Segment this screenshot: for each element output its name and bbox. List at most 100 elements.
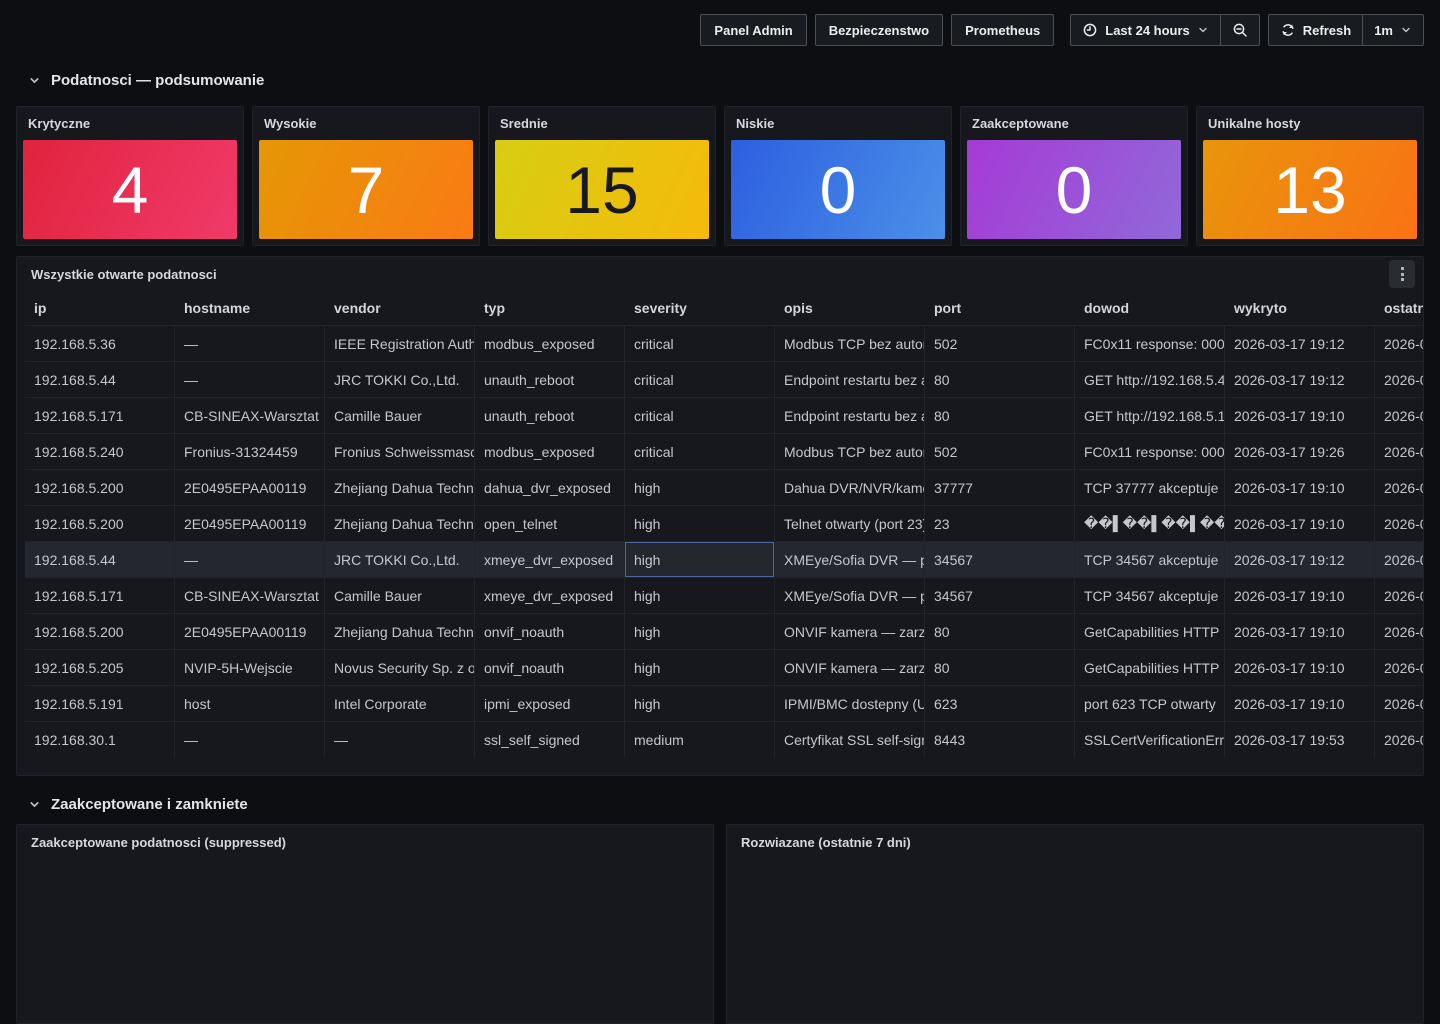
table-cell-port[interactable]: 8443 [925, 721, 1075, 757]
table-cell-opis[interactable]: XMEye/Sofia DVR — port [775, 541, 925, 577]
table-cell-opis[interactable]: Modbus TCP bez autoryzacji [775, 325, 925, 361]
table-cell-port[interactable]: 80 [925, 613, 1075, 649]
table-cell-ostatnio[interactable]: 2026-03-17 19:10 [1375, 577, 1423, 613]
table-cell-severity[interactable]: critical [625, 397, 775, 433]
table-row[interactable]: 192.168.5.2002E0495EPAA00119Zhejiang Dah… [25, 613, 1423, 649]
table-cell-opis[interactable]: Dahua DVR/NVR/kamera [775, 469, 925, 505]
table-cell-port[interactable]: 37777 [925, 469, 1075, 505]
table-row[interactable]: 192.168.30.1——ssl_self_signedmediumCerty… [25, 721, 1423, 757]
table-cell-opis[interactable]: Certyfikat SSL self-signed [775, 721, 925, 757]
table-cell-typ[interactable]: xmeye_dvr_exposed [475, 541, 625, 577]
table-cell-ip[interactable]: 192.168.5.36 [25, 325, 175, 361]
table-cell-vendor[interactable]: Intel Corporate [325, 685, 475, 721]
table-cell-wykryto[interactable]: 2026-03-17 19:10 [1225, 577, 1375, 613]
table-cell-typ[interactable]: unauth_reboot [475, 361, 625, 397]
table-cell-wykryto[interactable]: 2026-03-17 19:10 [1225, 469, 1375, 505]
table-row[interactable]: 192.168.5.191hostIntel Corporateipmi_exp… [25, 685, 1423, 721]
table-cell-ostatnio[interactable]: 2026-03-17 19:10 [1375, 613, 1423, 649]
nav-link-prometheus[interactable]: Prometheus [951, 14, 1054, 46]
table-row[interactable]: 192.168.5.2002E0495EPAA00119Zhejiang Dah… [25, 505, 1423, 541]
table-cell-dowod[interactable]: GetCapabilities HTTP [1075, 613, 1225, 649]
panel-menu-kebab-icon[interactable] [1389, 260, 1415, 288]
table-cell-wykryto[interactable]: 2026-03-17 19:10 [1225, 505, 1375, 541]
table-cell-severity[interactable]: high [625, 649, 775, 685]
table-cell-typ[interactable]: onvif_noauth [475, 613, 625, 649]
table-cell-severity[interactable]: high [625, 613, 775, 649]
table-cell-typ[interactable]: xmeye_dvr_exposed [475, 577, 625, 613]
table-cell-severity[interactable]: high [625, 469, 775, 505]
table-cell-vendor[interactable]: Camille Bauer [325, 397, 475, 433]
table-cell-dowod[interactable]: port 623 TCP otwarty [1075, 685, 1225, 721]
table-cell-ip[interactable]: 192.168.5.171 [25, 577, 175, 613]
table-cell-ip[interactable]: 192.168.5.171 [25, 397, 175, 433]
table-row[interactable]: 192.168.5.171CB-SINEAX-WarsztatCamille B… [25, 577, 1423, 613]
table-row[interactable]: 192.168.5.44—JRC TOKKI Co.,Ltd.xmeye_dvr… [25, 541, 1423, 577]
table-cell-ostatnio[interactable]: 2026-03-17 19:10 [1375, 469, 1423, 505]
table-cell-hostname[interactable]: Fronius-31324459 [175, 433, 325, 469]
table-cell-port[interactable]: 80 [925, 649, 1075, 685]
table-cell-hostname[interactable]: — [175, 721, 325, 757]
table-cell-severity[interactable]: medium [625, 721, 775, 757]
table-cell-dowod[interactable]: GetCapabilities HTTP [1075, 649, 1225, 685]
table-cell-hostname[interactable]: — [175, 325, 325, 361]
table-cell-hostname[interactable]: 2E0495EPAA00119 [175, 613, 325, 649]
table-cell-port[interactable]: 34567 [925, 541, 1075, 577]
time-range-picker[interactable]: Last 24 hours [1071, 15, 1220, 45]
table-row[interactable]: 192.168.5.44—JRC TOKKI Co.,Ltd.unauth_re… [25, 361, 1423, 397]
table-cell-hostname[interactable]: CB-SINEAX-Warsztat [175, 397, 325, 433]
table-cell-typ[interactable]: modbus_exposed [475, 433, 625, 469]
table-cell-wykryto[interactable]: 2026-03-17 19:10 [1225, 649, 1375, 685]
table-cell-port[interactable]: 502 [925, 325, 1075, 361]
table-header-cell-hostname[interactable]: hostname [175, 291, 325, 325]
table-cell-opis[interactable]: Endpoint restartu bez autoryzacji [775, 361, 925, 397]
table-cell-severity[interactable]: high [625, 577, 775, 613]
table-header-cell-ostatnio[interactable]: ostatnio [1375, 291, 1423, 325]
table-row[interactable]: 192.168.5.171CB-SINEAX-WarsztatCamille B… [25, 397, 1423, 433]
table-cell-ip[interactable]: 192.168.30.1 [25, 721, 175, 757]
table-cell-opis[interactable]: Telnet otwarty (port 23) [775, 505, 925, 541]
table-header-cell-port[interactable]: port [925, 291, 1075, 325]
table-cell-severity[interactable]: critical [625, 433, 775, 469]
table-cell-hostname[interactable]: — [175, 541, 325, 577]
table-cell-dowod[interactable]: SSLCertVerificationError [1075, 721, 1225, 757]
table-cell-hostname[interactable]: host [175, 685, 325, 721]
table-row[interactable]: 192.168.5.205NVIP-5H-WejscieNovus Securi… [25, 649, 1423, 685]
table-cell-dowod[interactable]: GET http://192.168.5.44 [1075, 361, 1225, 397]
table-header-cell-typ[interactable]: typ [475, 291, 625, 325]
table-cell-typ[interactable]: unauth_reboot [475, 397, 625, 433]
row-closed-header[interactable]: Zaakceptowane i zamkniete [28, 792, 1424, 816]
table-cell-severity[interactable]: critical [625, 361, 775, 397]
table-header-cell-vendor[interactable]: vendor [325, 291, 475, 325]
refresh-interval-dropdown[interactable]: 1m [1362, 15, 1423, 45]
table-cell-vendor[interactable]: Zhejiang Dahua Technology [325, 505, 475, 541]
table-cell-ip[interactable]: 192.168.5.200 [25, 469, 175, 505]
table-cell-ip[interactable]: 192.168.5.240 [25, 433, 175, 469]
table-cell-ostatnio[interactable]: 2026-03-17 19:10 [1375, 397, 1423, 433]
table-cell-severity[interactable]: high [625, 685, 775, 721]
table-cell-ip[interactable]: 192.168.5.191 [25, 685, 175, 721]
table-cell-opis[interactable]: ONVIF kamera — zarzadzanie [775, 649, 925, 685]
table-cell-ostatnio[interactable]: 2026-03-17 19:10 [1375, 685, 1423, 721]
table-cell-ip[interactable]: 192.168.5.200 [25, 613, 175, 649]
table-cell-ostatnio[interactable]: 2026-03-17 19:12 [1375, 361, 1423, 397]
table-cell-severity[interactable]: high [625, 505, 775, 541]
table-row[interactable]: 192.168.5.240Fronius-31324459Fronius Sch… [25, 433, 1423, 469]
table-header-cell-opis[interactable]: opis [775, 291, 925, 325]
table-cell-ip[interactable]: 192.168.5.44 [25, 541, 175, 577]
table-cell-hostname[interactable]: NVIP-5H-Wejscie [175, 649, 325, 685]
table-cell-dowod[interactable]: TCP 34567 akceptuje [1075, 541, 1225, 577]
table-cell-typ[interactable]: ssl_self_signed [475, 721, 625, 757]
table-cell-vendor[interactable]: — [325, 721, 475, 757]
table-cell-dowod[interactable]: TCP 37777 akceptuje [1075, 469, 1225, 505]
table-cell-ostatnio[interactable]: 2026-03-17 19:12 [1375, 325, 1423, 361]
table-row[interactable]: 192.168.5.36—IEEE Registration Authority… [25, 325, 1423, 361]
table-cell-hostname[interactable]: 2E0495EPAA00119 [175, 505, 325, 541]
table-cell-port[interactable]: 80 [925, 361, 1075, 397]
row-summary-header[interactable]: Podatnosci — podsumowanie [28, 68, 1424, 92]
table-cell-dowod[interactable]: FC0x11 response: 000 [1075, 325, 1225, 361]
table-cell-ostatnio[interactable]: 2026-03-17 19:10 [1375, 649, 1423, 685]
table-cell-hostname[interactable]: 2E0495EPAA00119 [175, 469, 325, 505]
table-cell-port[interactable]: 623 [925, 685, 1075, 721]
table-header-cell-dowod[interactable]: dowod [1075, 291, 1225, 325]
table-cell-wykryto[interactable]: 2026-03-17 19:10 [1225, 397, 1375, 433]
